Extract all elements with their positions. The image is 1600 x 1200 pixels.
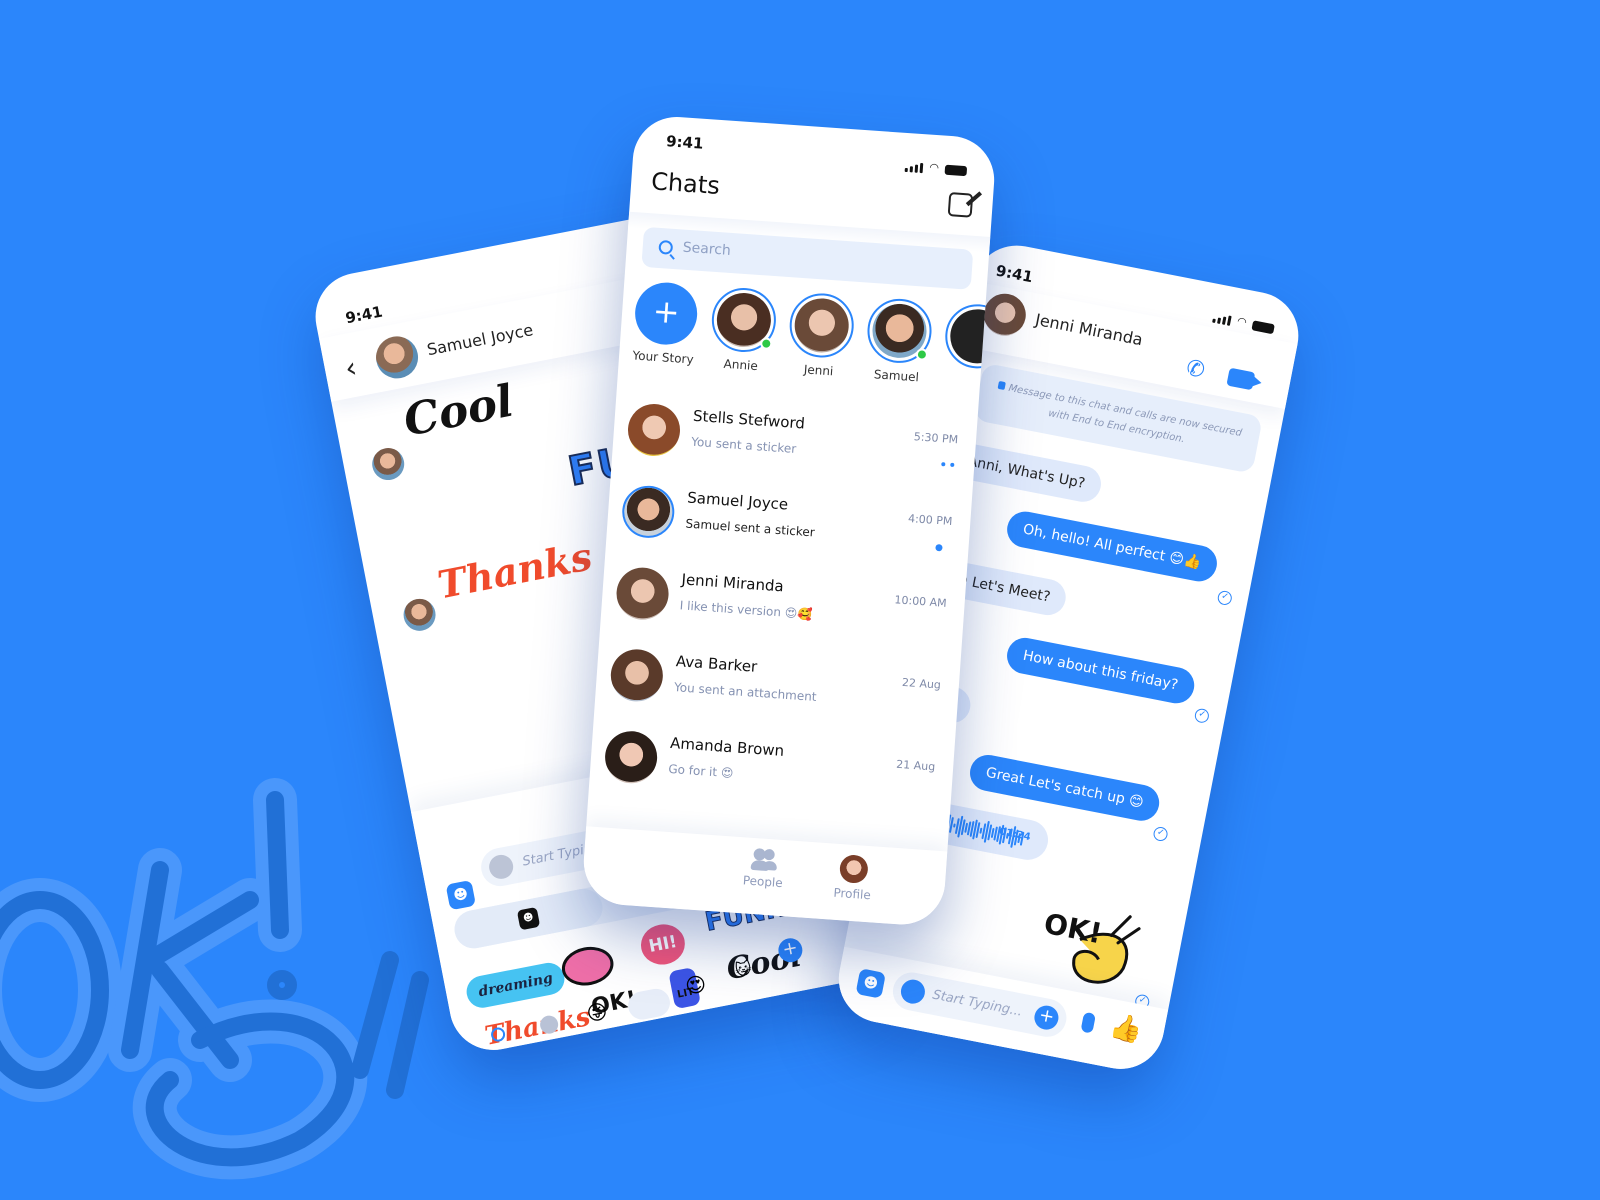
chat-preview: I like this version 😍🥰 (679, 598, 813, 622)
story-label: Samuel (873, 367, 920, 385)
signal-icon (905, 162, 924, 174)
message-input-pill[interactable]: Start Typing... + (889, 969, 1070, 1041)
add-story-button[interactable]: + (633, 280, 700, 347)
chat-avatar (620, 484, 677, 540)
chat-avatar (614, 565, 671, 622)
chat-time: 4:00 PM (907, 511, 953, 529)
contact-avatar[interactable] (980, 290, 1030, 340)
read-check-icon: ✓ (1152, 825, 1169, 843)
read-check-icon: ✓ (1193, 707, 1211, 724)
sticker-ok[interactable]: OK! (1032, 893, 1147, 997)
grid-sticker-lips[interactable] (558, 942, 617, 990)
unread-indicator (935, 543, 943, 552)
signal-icon (1212, 313, 1233, 326)
story-jenni[interactable]: Jenni (786, 291, 856, 379)
sticker-tab-icon: ☻ (516, 906, 541, 931)
message-bubble-outgoing[interactable]: How about this friday? (1003, 634, 1197, 707)
back-arrow-icon[interactable]: ‹ (342, 351, 359, 386)
chat-preview: Go for it 😍 (667, 761, 734, 781)
sticker-ok-text: OK! (1041, 907, 1105, 951)
microphone-icon[interactable] (1080, 1011, 1097, 1034)
sender-avatar (369, 445, 407, 483)
emoji-icon[interactable] (487, 852, 516, 881)
story-label: Your Story (632, 348, 695, 367)
profile-avatar (838, 854, 869, 884)
battery-icon (1251, 320, 1275, 335)
chat-preview: You sent an attachment (673, 680, 817, 704)
sticker-thanks[interactable]: Thanks (434, 533, 596, 607)
chat-avatar (609, 647, 665, 704)
nav-label: Profile (833, 885, 872, 903)
story-your-story[interactable]: + Your Story (631, 280, 701, 367)
chat-preview: Samuel sent a sticker (685, 516, 816, 540)
status-time: 9:41 (994, 261, 1035, 287)
chat-avatar (603, 729, 659, 785)
phone-call-icon[interactable]: ✆ (1184, 356, 1207, 384)
battery-icon (944, 164, 968, 177)
nav-label: People (742, 873, 784, 891)
contact-avatar[interactable] (372, 332, 422, 383)
stories-row: + Your Story Annie Jenni Samuel (629, 280, 998, 404)
message-input[interactable]: Start Typing... (931, 988, 1023, 1020)
chat-time: 10:00 AM (894, 593, 948, 610)
wifi-icon: ◠ (1236, 314, 1248, 329)
read-check-icon: ✓ (1216, 589, 1233, 607)
chat-avatar (626, 402, 682, 458)
story-label: Jenni (803, 362, 834, 379)
chat-time: 22 Aug (901, 675, 942, 692)
status-time: 9:41 (343, 302, 384, 328)
online-indicator (759, 337, 773, 351)
story-avatar (792, 296, 851, 355)
story-label: Annie (723, 356, 759, 374)
contact-name[interactable]: Jenni Miranda (1034, 310, 1145, 349)
compose-icon[interactable] (947, 192, 974, 218)
status-time: 9:41 (665, 132, 705, 153)
love-category-icon[interactable]: 😍 (683, 971, 708, 999)
chat-name: Stells Stefword (692, 406, 806, 433)
system-icons: ◠ (905, 159, 968, 177)
wifi-icon: ◠ (928, 160, 940, 175)
chat-name: Jenni Miranda (681, 570, 785, 596)
online-indicator (915, 348, 929, 361)
sticker-app-icon[interactable]: ☻ (855, 968, 886, 999)
grid-sticker-hi[interactable]: HI! (637, 920, 689, 969)
chat-time: 21 Aug (895, 757, 936, 774)
chat-name: Samuel Joyce (686, 488, 789, 514)
add-attachment-button[interactable]: + (1032, 1003, 1061, 1032)
search-input[interactable] (682, 239, 943, 274)
thumbs-up-icon[interactable]: 👍 (1107, 1011, 1145, 1047)
story-annie[interactable]: Annie (708, 285, 779, 374)
message-bubble-outgoing[interactable]: Oh, hello! All perfect 😊👍 (1004, 508, 1220, 585)
lock-icon (997, 380, 1006, 391)
contact-name[interactable]: Samuel Joyce (425, 320, 534, 359)
sender-avatar (400, 596, 439, 634)
nav-profile[interactable]: Profile (822, 853, 885, 903)
sticker-app-icon[interactable]: ☻ (445, 879, 477, 911)
search-icon (658, 239, 674, 255)
seen-indicator (941, 462, 955, 468)
pusheen-category-icon[interactable]: 🐱 (733, 958, 753, 980)
chat-preview: You sent a sticker (690, 434, 797, 456)
emoji-icon[interactable] (898, 977, 927, 1006)
sticker-cool[interactable]: Cool (400, 376, 518, 447)
chat-time: 5:30 PM (913, 430, 959, 447)
video-call-icon[interactable] (1226, 367, 1256, 391)
emoji-category-icon[interactable]: 😜 (585, 998, 610, 1026)
chat-name: Ava Barker (675, 652, 758, 676)
chats-list-screen: 9:41 ◠ Chats + Your Story Annie Jenni Sa… (580, 114, 998, 928)
story-samuel[interactable]: Samuel (864, 296, 934, 385)
people-icon (750, 848, 778, 872)
chat-name: Amanda Brown (669, 733, 785, 760)
page-title: Chats (650, 167, 721, 200)
background-ok-art (0, 778, 429, 1180)
grid-sticker-dreaming[interactable]: dreaming (463, 960, 568, 1011)
nav-people[interactable]: People (732, 847, 795, 891)
